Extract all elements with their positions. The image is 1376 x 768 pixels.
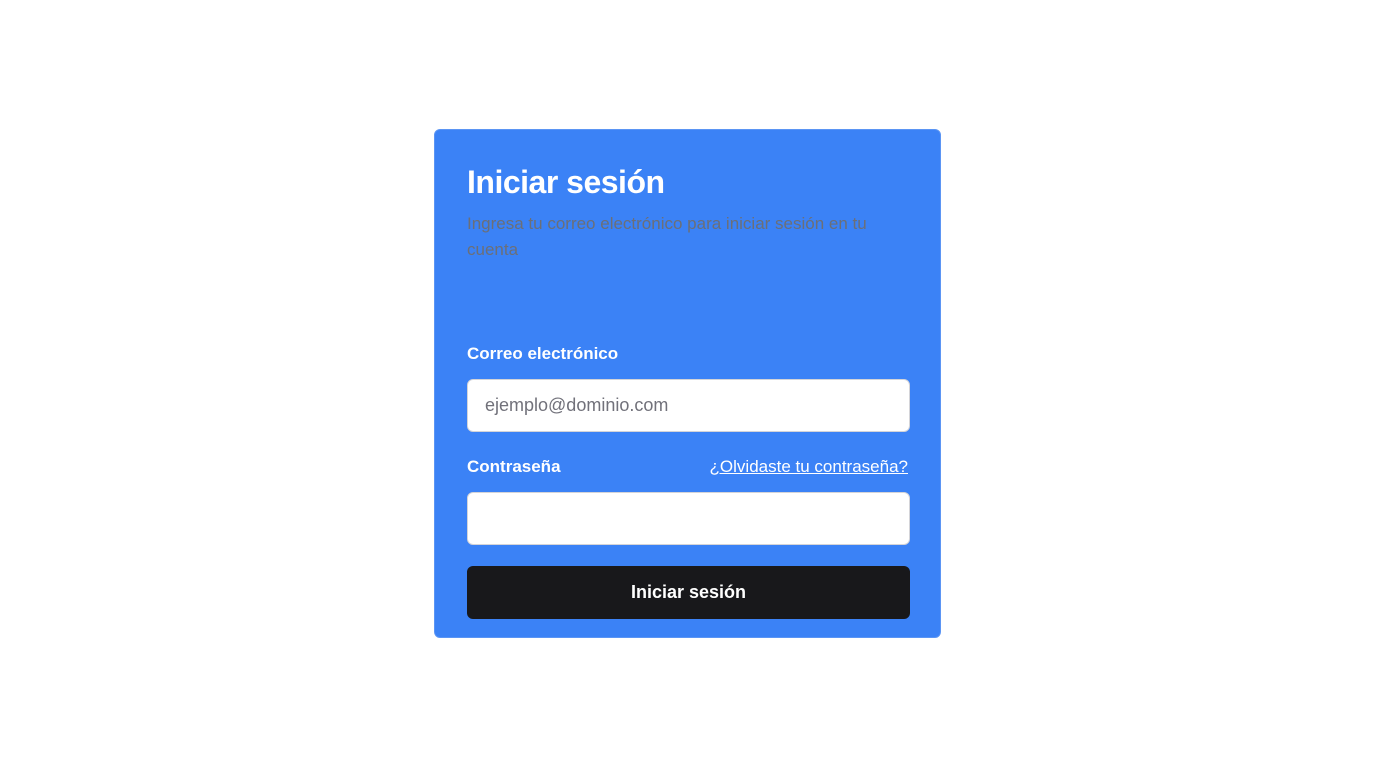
- login-subtitle: Ingresa tu correo electrónico para inici…: [467, 214, 867, 259]
- password-field[interactable]: [467, 492, 910, 545]
- login-card-header: Iniciar sesión Ingresa tu correo electró…: [467, 162, 908, 342]
- login-button[interactable]: Iniciar sesión: [467, 566, 910, 619]
- login-title: Iniciar sesión: [467, 164, 665, 200]
- password-label: Contraseña: [467, 457, 561, 476]
- email-field[interactable]: [467, 379, 910, 432]
- forgot-password-link[interactable]: ¿Olvidaste tu contraseña?: [710, 457, 908, 477]
- email-label-row: Correo electrónico: [467, 342, 908, 366]
- email-label: Correo electrónico: [467, 344, 619, 363]
- login-card: Iniciar sesión Ingresa tu correo electró…: [434, 129, 941, 638]
- password-label-row: Contraseña ¿Olvidaste tu contraseña?: [467, 455, 908, 479]
